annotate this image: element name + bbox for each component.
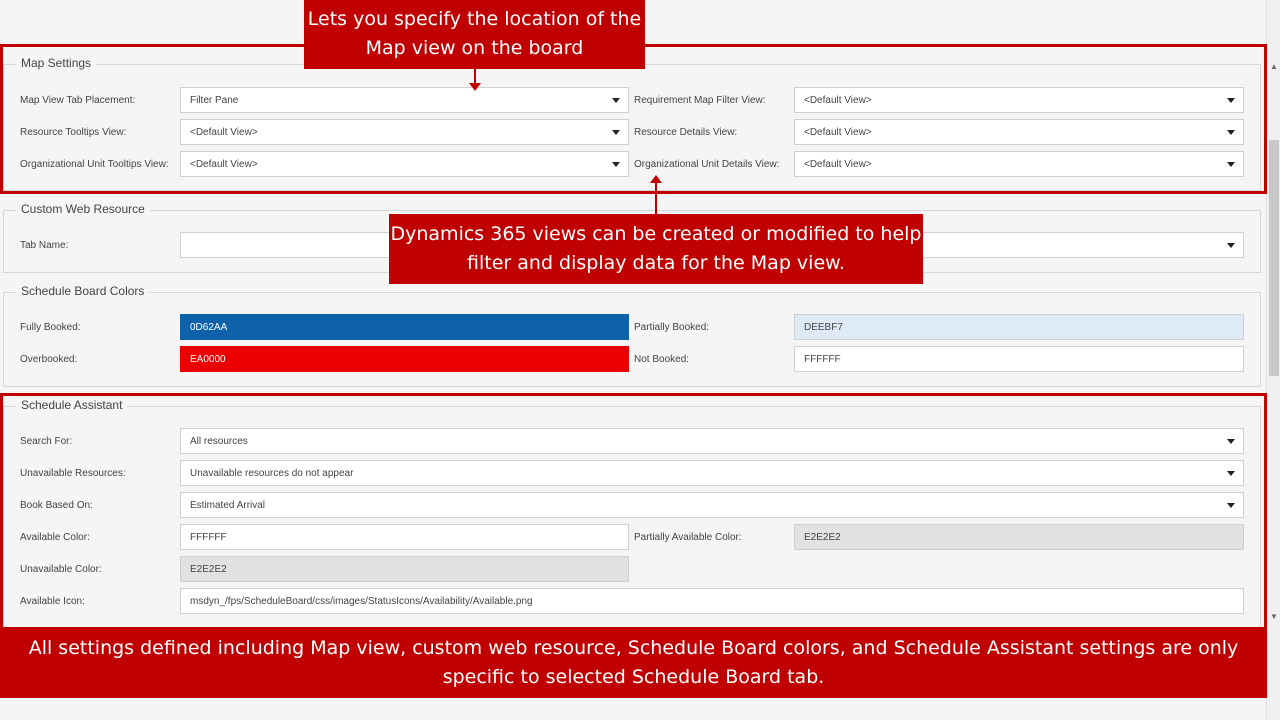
custom-web-resource-title: Custom Web Resource <box>16 202 150 216</box>
scroll-down-arrow-icon[interactable]: ▼ <box>1270 612 1278 621</box>
scroll-up-arrow-icon[interactable]: ▲ <box>1270 62 1278 71</box>
fully-booked-value: 0D62AA <box>190 322 228 333</box>
scrollbar-thumb[interactable] <box>1269 140 1279 376</box>
partially-booked-value: DEEBF7 <box>804 322 843 333</box>
callout-arrow-line <box>655 182 657 214</box>
chevron-down-icon <box>1227 243 1235 248</box>
callout-arrow-line <box>474 69 476 84</box>
overbooked-value: EA0000 <box>190 354 226 365</box>
partially-booked-label: Partially Booked: <box>634 322 710 333</box>
vertical-scrollbar[interactable]: ▲ ▼ <box>1266 0 1280 720</box>
fully-booked-label: Fully Booked: <box>20 322 81 333</box>
not-booked-label: Not Booked: <box>634 354 690 365</box>
tab-specific-settings-text: All settings defined including Map view,… <box>28 637 1239 688</box>
schedule-assistant-highlight <box>0 393 1267 633</box>
not-booked-value: FFFFFF <box>804 354 841 365</box>
map-placement-callout-text: Lets you specify the location of the Map… <box>307 8 642 59</box>
overbooked-label: Overbooked: <box>20 354 78 365</box>
not-booked-color-field[interactable]: FFFFFF <box>794 346 1244 372</box>
tab-name-label: Tab Name: <box>20 240 69 251</box>
views-callout: Dynamics 365 views can be created or mod… <box>389 214 923 284</box>
schedule-board-colors-title: Schedule Board Colors <box>16 284 150 298</box>
map-placement-callout: Lets you specify the location of the Map… <box>304 0 645 69</box>
views-callout-text: Dynamics 365 views can be created or mod… <box>390 223 922 274</box>
partially-booked-color-field[interactable]: DEEBF7 <box>794 314 1244 340</box>
tab-specific-settings-banner: All settings defined including Map view,… <box>0 627 1267 698</box>
arrow-down-icon <box>469 83 481 91</box>
overbooked-color-field[interactable]: EA0000 <box>180 346 629 372</box>
fully-booked-color-field[interactable]: 0D62AA <box>180 314 629 340</box>
